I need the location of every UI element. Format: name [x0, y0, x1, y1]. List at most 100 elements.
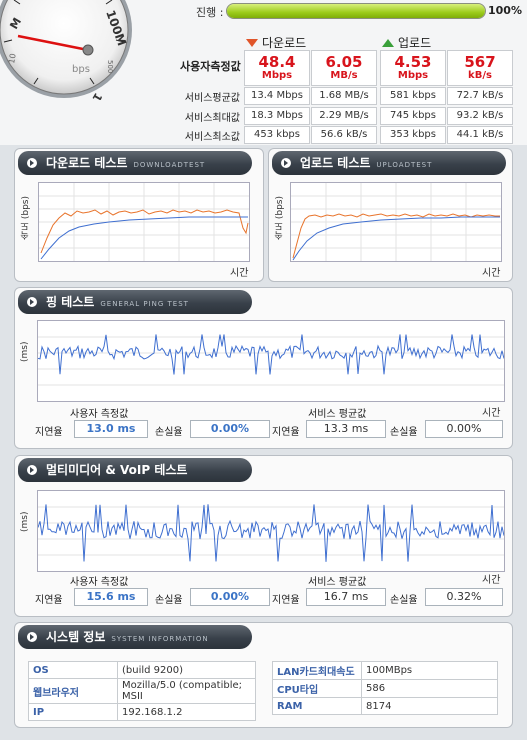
- measured-label: 사용자측정값: [180, 60, 241, 73]
- ping-service-latency: 13.3 ms: [306, 420, 386, 438]
- upload-test-ylabel: 속도 (bps): [275, 196, 285, 240]
- play-bullet-icon: [27, 632, 37, 642]
- avg-upload-kbs: 72.7 kB/s: [447, 87, 513, 105]
- gauge-mark-10: 10: [7, 53, 18, 65]
- voip-test-chart: [37, 490, 505, 572]
- os-key: OS: [28, 661, 118, 679]
- speed-gauge: M 100M 500 10 1G bps: [0, 0, 132, 100]
- browser-value: Mozilla/5.0 (compatible; MSII: [117, 678, 256, 704]
- voip-service-loss-label: 손실율: [390, 595, 418, 606]
- ping-user-latency-label: 지연율: [35, 427, 63, 438]
- upload-kbs-cell: 567 kB/s: [447, 50, 513, 86]
- ping-test-title: 핑 테스트: [46, 295, 95, 309]
- download-test-chart: [38, 182, 250, 262]
- cpu-type-value: 586: [361, 679, 498, 698]
- lan-speed-value: 100MBps: [361, 661, 498, 680]
- voip-test-title-bar: 멀티미디어 & VoIP 테스트: [18, 458, 252, 482]
- upload-kbs-value: 567: [464, 53, 496, 71]
- upload-mbps-unit: Mbps: [397, 70, 429, 81]
- download-arrow-icon: [246, 39, 258, 47]
- progress-label: 진행 :: [196, 6, 224, 19]
- ping-test-title-bar: 핑 테스트 GENERAL PING TEST: [18, 290, 252, 314]
- ping-test-subtitle: GENERAL PING TEST: [100, 300, 189, 308]
- upload-header: 업로드: [382, 34, 431, 51]
- voip-service-latency-label: 지연율: [272, 595, 300, 606]
- upload-test-title-bar: 업로드 테스트 UPLOADTEST: [272, 151, 506, 175]
- min-upload-kbps: 353 kbps: [380, 126, 446, 144]
- ping-user-latency: 13.0 ms: [74, 420, 148, 438]
- upload-test-title: 업로드 테스트: [300, 156, 371, 170]
- ping-test-chart: [37, 320, 505, 402]
- cpu-type-key: CPU타입: [272, 679, 362, 698]
- download-mbs-unit: MB/s: [330, 70, 358, 81]
- download-header: 다운로드: [246, 34, 306, 51]
- gauge-unit: bps: [72, 64, 90, 75]
- system-info-row: LAN카드최대속도 100MBps: [272, 661, 498, 680]
- ping-service-latency-label: 지연율: [272, 427, 300, 438]
- system-info-title: 시스템 정보: [46, 630, 106, 644]
- voip-user-loss: 0.00%: [190, 588, 270, 606]
- ping-user-loss-label: 손실율: [155, 427, 183, 438]
- max-upload-kbps: 745 kbps: [380, 107, 446, 125]
- upload-arrow-icon: [382, 39, 394, 47]
- os-value: (build 9200): [117, 661, 256, 679]
- system-info-row: 웹브라우저 Mozilla/5.0 (compatible; MSII: [28, 678, 256, 704]
- system-info-row: OS (build 9200): [28, 661, 256, 679]
- ram-value: 8174: [361, 697, 498, 715]
- voip-test-line: [38, 504, 504, 562]
- ping-user-loss: 0.00%: [190, 420, 270, 438]
- ping-test-line: [38, 334, 504, 375]
- voip-test-title: 멀티미디어 & VoIP 테스트: [46, 463, 188, 477]
- row-label-avg: 서비스평균값: [184, 93, 240, 104]
- min-download-mbs: 56.6 kB/s: [311, 126, 377, 144]
- min-upload-kbs: 44.1 kB/s: [447, 126, 513, 144]
- upload-test-subtitle: UPLOADTEST: [376, 161, 433, 169]
- ping-user-caption: 사용자 측정값: [70, 409, 129, 420]
- max-download-mbs: 2.29 MB/s: [311, 107, 377, 125]
- avg-upload-kbps: 581 kbps: [380, 87, 446, 105]
- download-mbps-unit: Mbps: [261, 70, 293, 81]
- progress-bar: [226, 3, 486, 19]
- download-test-title: 다운로드 테스트: [46, 156, 128, 170]
- play-bullet-icon: [27, 465, 37, 475]
- ping-test-xlabel: 시간: [482, 408, 501, 419]
- play-bullet-icon: [27, 158, 37, 168]
- download-mbs-cell: 6.05 MB/s: [311, 50, 377, 86]
- system-info-row: IP 192.168.1.2: [28, 703, 256, 721]
- download-mbps-cell: 48.4 Mbps: [244, 50, 310, 86]
- row-label-max: 서비스최대값: [184, 113, 240, 124]
- min-download-mbps: 453 kbps: [244, 126, 310, 144]
- ping-service-caption: 서비스 평균값: [308, 409, 367, 420]
- play-bullet-icon: [281, 158, 291, 168]
- upload-test-chart: [290, 182, 502, 262]
- download-test-title-bar: 다운로드 테스트 DOWNLOADTEST: [18, 151, 252, 175]
- progress-fill: [227, 4, 485, 18]
- system-info-title-bar: 시스템 정보 SYSTEM INFORMATION: [18, 625, 252, 649]
- system-info-right-table: LAN카드최대속도 100MBps CPU타입 586 RAM 8174: [272, 661, 498, 715]
- voip-service-latency: 16.7 ms: [306, 588, 386, 606]
- avg-download-mbps: 13.4 Mbps: [244, 87, 310, 105]
- download-mbps-value: 48.4: [258, 53, 296, 71]
- system-info-row: RAM 8174: [272, 697, 498, 715]
- ip-value: 192.168.1.2: [117, 703, 256, 721]
- upload-mbps-value: 4.53: [394, 53, 432, 71]
- voip-service-loss: 0.32%: [425, 588, 503, 606]
- progress-value: 100%: [488, 4, 522, 17]
- voip-user-latency: 15.6 ms: [74, 588, 148, 606]
- browser-key: 웹브라우저: [28, 678, 118, 704]
- ping-test-ylabel: (ms): [20, 341, 30, 362]
- download-mbs-value: 6.05: [325, 53, 363, 71]
- upload-mbps-cell: 4.53 Mbps: [380, 50, 446, 86]
- voip-user-caption: 사용자 측정값: [70, 577, 129, 588]
- system-info-left-table: OS (build 9200) 웹브라우저 Mozilla/5.0 (compati…: [28, 661, 256, 721]
- voip-test-ylabel: (ms): [20, 511, 30, 532]
- voip-test-xlabel: 시간: [482, 575, 501, 586]
- upload-test-xlabel: 시간: [482, 268, 501, 279]
- play-bullet-icon: [27, 297, 37, 307]
- system-info-row: CPU타입 586: [272, 679, 498, 698]
- gauge-mark-500-right: 500: [106, 60, 114, 73]
- row-label-min: 서비스최소값: [184, 132, 240, 143]
- avg-download-mbs: 1.68 MB/s: [311, 87, 377, 105]
- download-test-ylabel: 속도 (bps): [21, 196, 31, 240]
- voip-service-caption: 서비스 평균값: [308, 577, 367, 588]
